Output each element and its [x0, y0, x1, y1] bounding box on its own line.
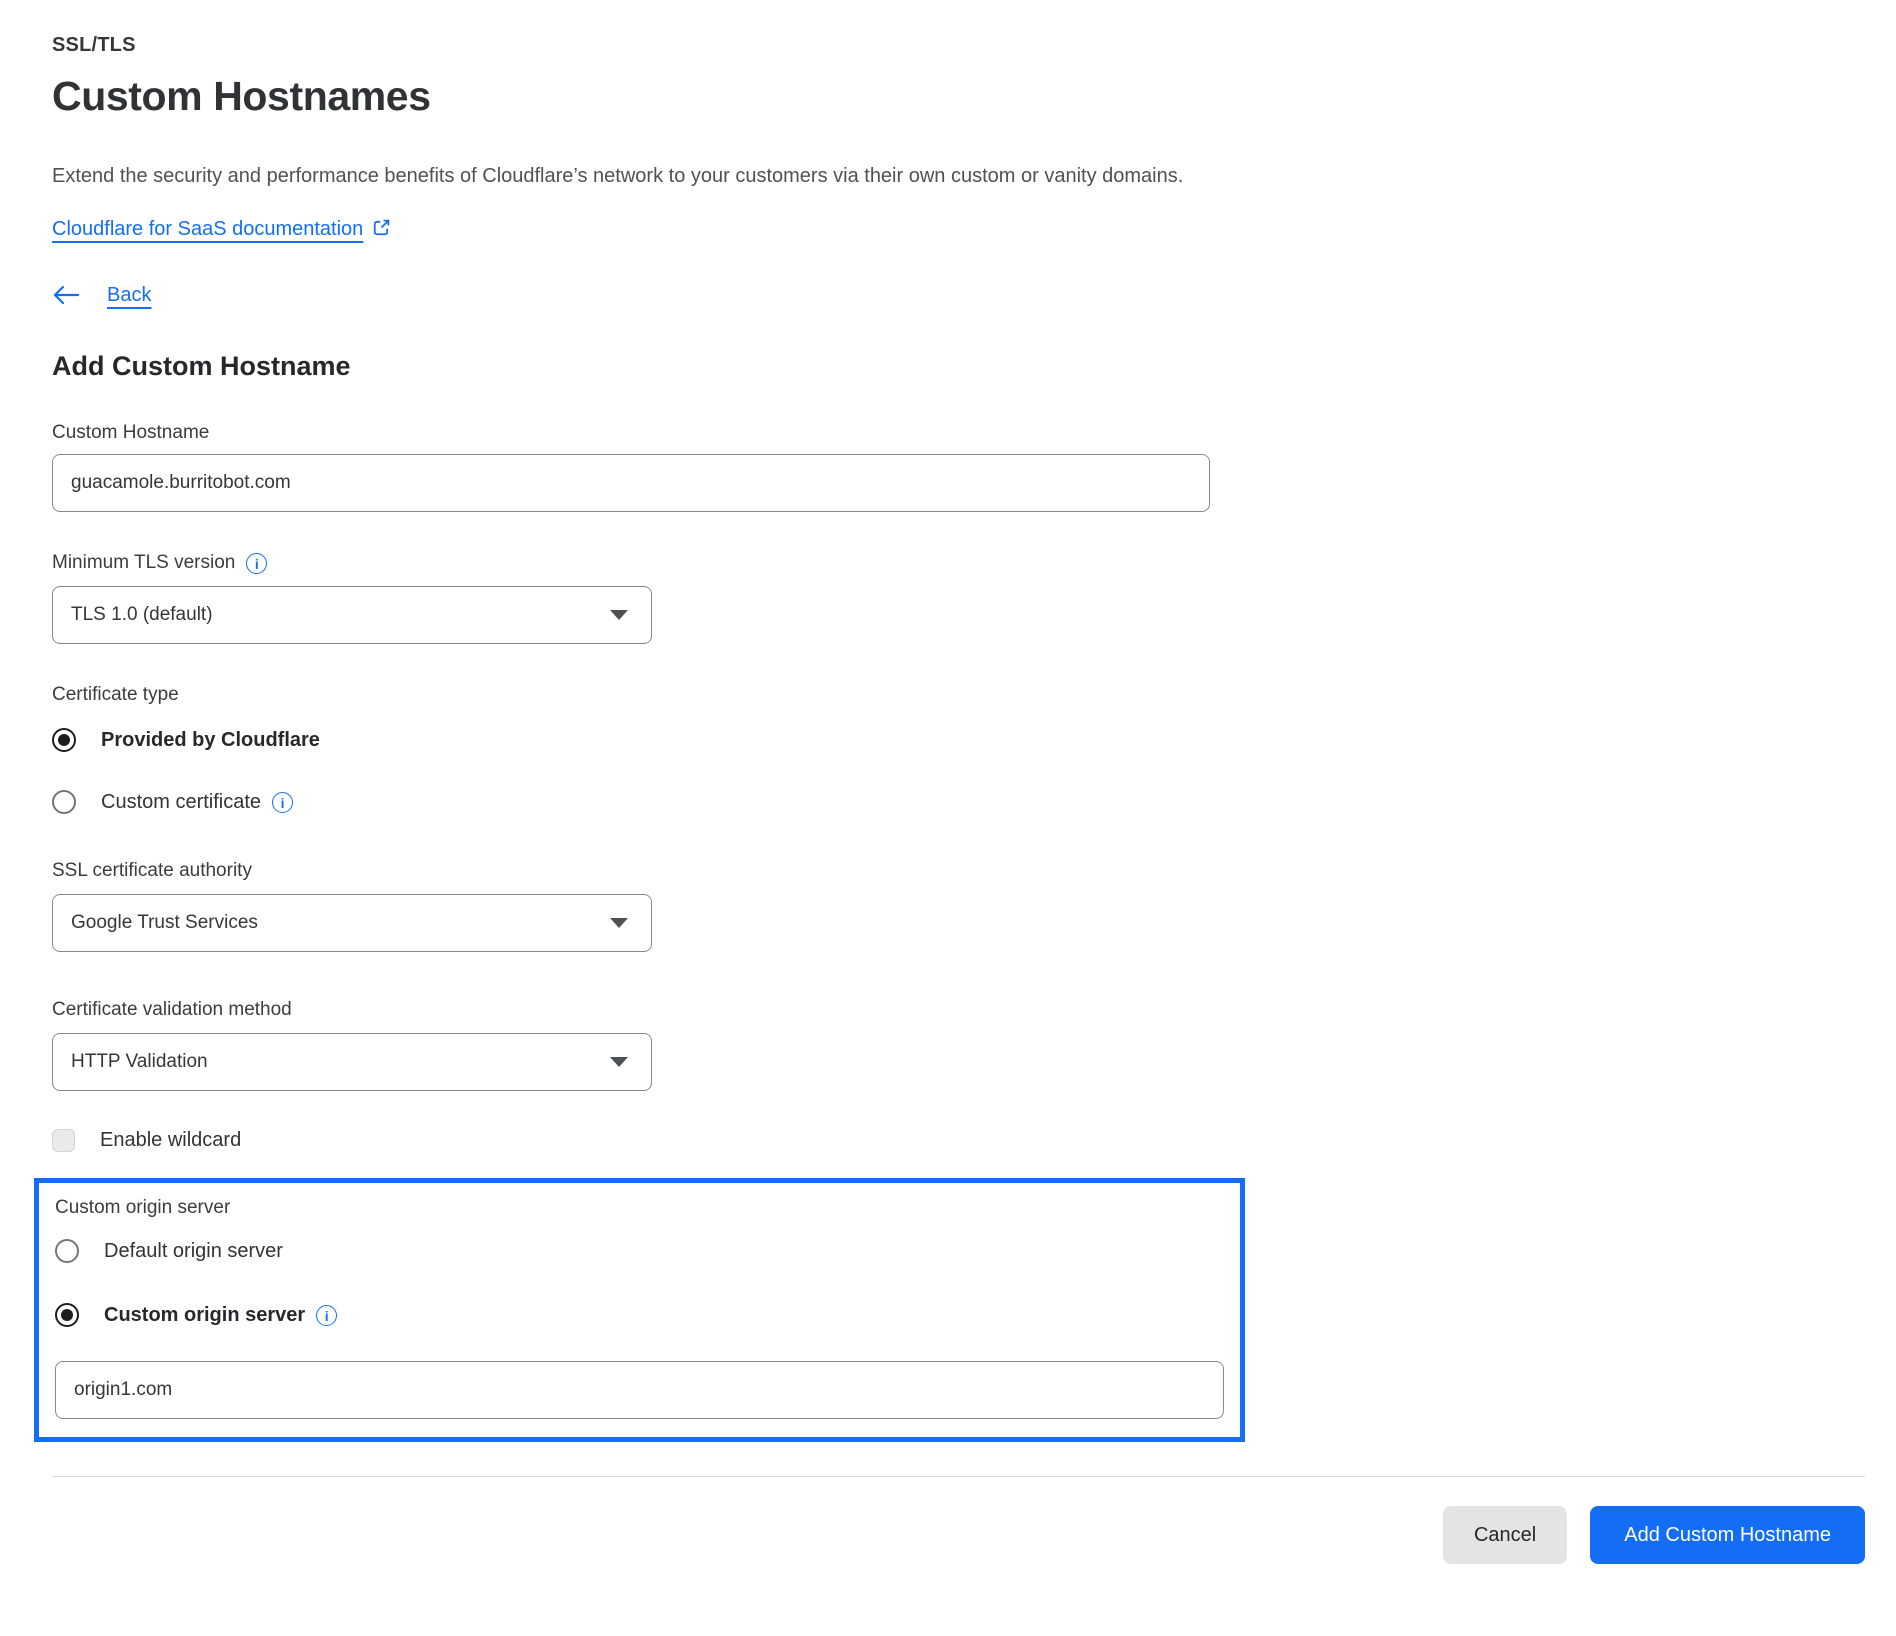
radio-label: Provided by Cloudflare — [101, 729, 320, 752]
add-custom-hostname-button[interactable]: Add Custom Hostname — [1590, 1506, 1865, 1564]
min-tls-label-row: Minimum TLS version — [52, 552, 1863, 574]
ssl-authority-label: SSL certificate authority — [52, 860, 1863, 882]
radio-label-row: Custom origin server — [104, 1304, 337, 1327]
custom-origin-server-input[interactable] — [55, 1361, 1224, 1419]
min-tls-select[interactable]: TLS 1.0 (default) — [52, 586, 652, 644]
radio-label: Default origin server — [104, 1240, 283, 1263]
enable-wildcard-row: Enable wildcard — [52, 1129, 1863, 1152]
external-link-icon — [372, 218, 391, 237]
cancel-button[interactable]: Cancel — [1443, 1506, 1567, 1564]
origin-server-label: Custom origin server — [55, 1197, 1224, 1219]
min-tls-label: Minimum TLS version — [52, 552, 235, 574]
radio-label: Custom origin server — [104, 1304, 305, 1327]
validation-method-select[interactable]: HTTP Validation — [52, 1033, 652, 1091]
back-row: Back — [52, 283, 1863, 307]
radio-button-selected[interactable] — [55, 1303, 79, 1327]
divider — [52, 1476, 1865, 1477]
doc-link-row: Cloudflare for SaaS documentation — [52, 218, 1863, 241]
origin-option-custom[interactable]: Custom origin server — [55, 1303, 1224, 1327]
custom-hostnames-page: SSL/TLS Custom Hostnames Extend the secu… — [0, 0, 1896, 1636]
min-tls-selected-value: TLS 1.0 (default) — [71, 604, 213, 626]
certificate-type-label: Certificate type — [52, 684, 1863, 706]
custom-hostname-input[interactable] — [52, 454, 1210, 512]
page-title: Custom Hostnames — [52, 73, 1863, 120]
validation-method-label: Certificate validation method — [52, 999, 1863, 1021]
certificate-type-option-provided[interactable]: Provided by Cloudflare — [52, 728, 1863, 752]
page-description: Extend the security and performance bene… — [52, 164, 1863, 188]
back-arrow-icon[interactable] — [52, 283, 80, 307]
enable-wildcard-checkbox[interactable] — [52, 1129, 75, 1152]
enable-wildcard-label: Enable wildcard — [100, 1129, 241, 1152]
breadcrumb-section-label: SSL/TLS — [52, 34, 1863, 57]
form-heading: Add Custom Hostname — [52, 351, 1863, 382]
custom-hostname-label: Custom Hostname — [52, 422, 1863, 444]
info-icon[interactable] — [316, 1305, 337, 1326]
custom-origin-server-section: Custom origin server Default origin serv… — [34, 1178, 1245, 1442]
saas-documentation-link[interactable]: Cloudflare for SaaS documentation — [52, 218, 363, 241]
radio-button-selected[interactable] — [52, 728, 76, 752]
origin-option-default[interactable]: Default origin server — [55, 1239, 1224, 1263]
chevron-down-icon — [610, 918, 628, 928]
chevron-down-icon — [610, 610, 628, 620]
back-link[interactable]: Back — [107, 284, 151, 307]
ssl-authority-selected-value: Google Trust Services — [71, 912, 258, 934]
info-icon[interactable] — [272, 792, 293, 813]
radio-button-unselected[interactable] — [55, 1239, 79, 1263]
validation-method-selected-value: HTTP Validation — [71, 1051, 208, 1073]
radio-label-row: Custom certificate — [101, 791, 293, 814]
radio-label: Custom certificate — [101, 791, 261, 814]
certificate-type-option-custom[interactable]: Custom certificate — [52, 790, 1863, 814]
radio-button-unselected[interactable] — [52, 790, 76, 814]
info-icon[interactable] — [246, 553, 267, 574]
form-actions: Cancel Add Custom Hostname — [52, 1506, 1865, 1564]
ssl-authority-select[interactable]: Google Trust Services — [52, 894, 652, 952]
chevron-down-icon — [610, 1057, 628, 1067]
